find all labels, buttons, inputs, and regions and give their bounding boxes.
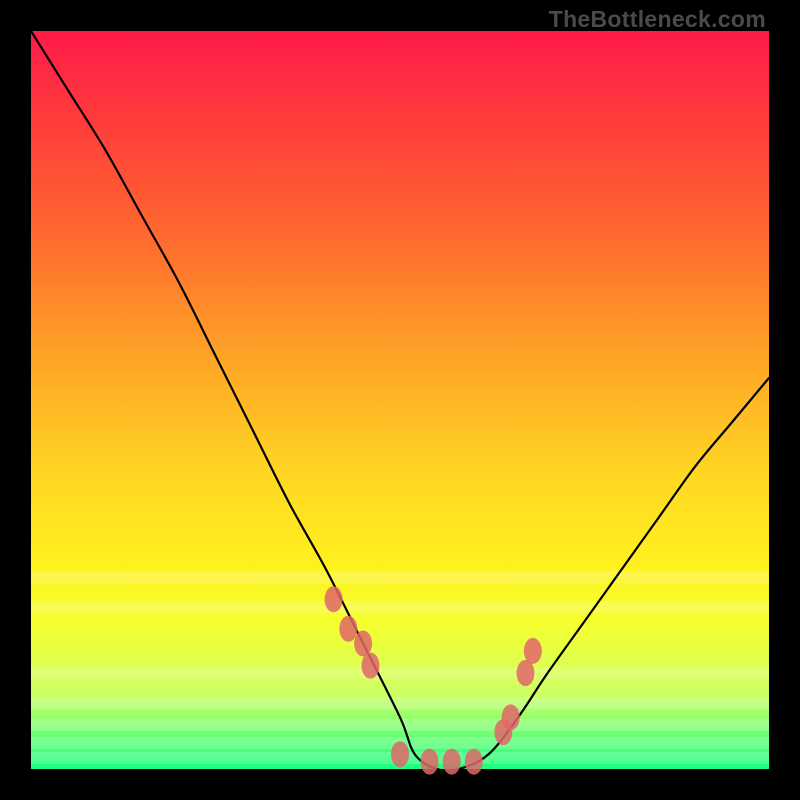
marker-dot <box>443 749 461 775</box>
plot-area <box>31 31 769 769</box>
marker-dot <box>391 741 409 767</box>
watermark-text: TheBottleneck.com <box>549 6 766 33</box>
marker-dot <box>339 616 357 642</box>
marker-dot <box>361 653 379 679</box>
marker-dot <box>524 638 542 664</box>
marker-dot <box>502 704 520 730</box>
marker-dot <box>325 586 343 612</box>
marker-dots <box>325 586 542 774</box>
chart-svg <box>31 31 769 769</box>
marker-dot <box>354 631 372 657</box>
marker-dot <box>421 749 439 775</box>
marker-dot <box>516 660 534 686</box>
marker-dot <box>465 749 483 775</box>
chart-frame: TheBottleneck.com <box>0 0 800 800</box>
bottleneck-curve <box>31 31 769 771</box>
